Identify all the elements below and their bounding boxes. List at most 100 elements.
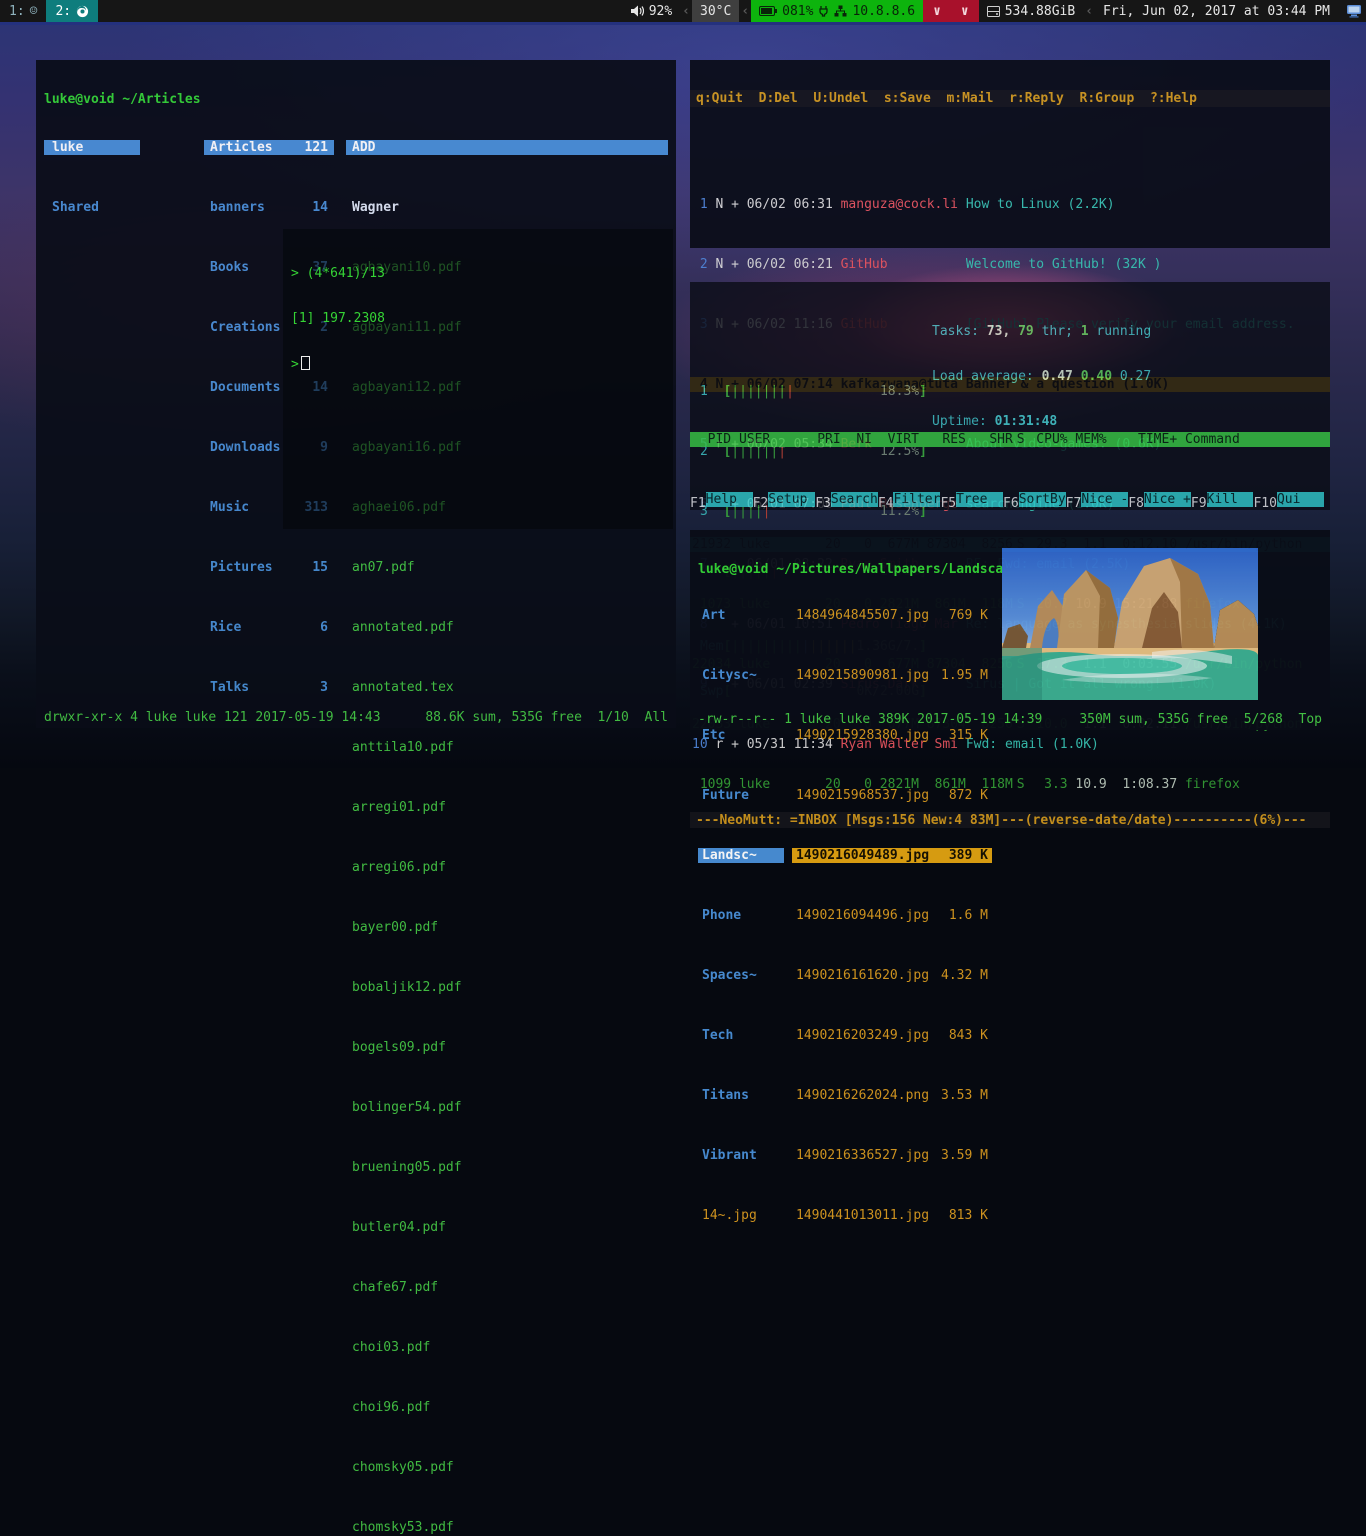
temperature-value: 30°C	[700, 4, 731, 19]
directory-item[interactable]: 14~.jpg	[698, 1208, 784, 1223]
file-item[interactable]: choi03.pdf	[346, 1340, 668, 1355]
firefox-icon	[76, 5, 89, 18]
file-item[interactable]: Wagner	[346, 200, 668, 215]
file-item[interactable]: anttila10.pdf	[346, 740, 668, 755]
mail-row[interactable]: 2N+06/0206:21GitHubWelcome to GitHub! (3…	[690, 257, 1330, 272]
speaker-icon	[630, 5, 644, 17]
tray[interactable]	[1338, 0, 1366, 22]
file-item[interactable]: annotated.tex	[346, 680, 668, 695]
status-bar: 1:☺ 2: 92% ‹ 30°C ‹ 081% 10.8.8.6 ∨ ∨ 53…	[0, 0, 1366, 22]
battery-icon	[759, 6, 777, 16]
image-file-row[interactable]: 1490215928380.jpg315 K	[792, 728, 992, 743]
file-item[interactable]: arregi06.pdf	[346, 860, 668, 875]
file-item[interactable]: bruening05.pdf	[346, 1160, 668, 1175]
prompt-symbol: >	[291, 357, 299, 372]
directory-item[interactable]: Art	[698, 608, 784, 623]
directory-item[interactable]: Talks3	[204, 680, 334, 695]
neomutt-window: q:Quit D:Del U:Undel s:Save m:Mail r:Rep…	[690, 60, 1330, 248]
function-key[interactable]: F9Kill	[1191, 492, 1254, 507]
chevron-down-icon: ∨	[961, 4, 969, 19]
directory-item[interactable]: Landsc~	[698, 848, 784, 863]
files-status-line: drwxr-xr-x 4 luke luke 121 2017-05-19 14…	[44, 710, 668, 725]
function-key[interactable]: F2Setup	[753, 492, 816, 507]
battery-network-segment[interactable]: 081% 10.8.8.6	[751, 0, 923, 22]
disk-segment[interactable]: 534.88GiB	[979, 0, 1083, 22]
image-file-row[interactable]: 1490216161620.jpg4.32 M	[792, 968, 992, 983]
directory-item[interactable]: Future	[698, 788, 784, 803]
function-key-bar: F1Help F2Setup F3Search F4Filter F5Tree …	[690, 492, 1330, 507]
function-key[interactable]: F4Filter	[878, 492, 941, 507]
file-item[interactable]: bobaljik12.pdf	[346, 980, 668, 995]
directory-item[interactable]: Vibrant	[698, 1148, 784, 1163]
directory-item[interactable]: Etc	[698, 728, 784, 743]
terminal-cursor	[301, 356, 310, 370]
file-item[interactable]: arregi01.pdf	[346, 800, 668, 815]
mail-row[interactable]: 1N+06/0206:31manguza@cock.liHow to Linux…	[690, 197, 1330, 212]
place-item[interactable]: Shared	[44, 200, 140, 215]
mail-help-bar: q:Quit D:Del U:Undel s:Save m:Mail r:Rep…	[690, 90, 1330, 107]
file-item[interactable]: choi96.pdf	[346, 1400, 668, 1415]
image-file-row[interactable]: 1490216203249.jpg843 K	[792, 1028, 992, 1043]
file-item[interactable]: an07.pdf	[346, 560, 668, 575]
chevron-down-icon: ∨	[933, 4, 941, 19]
directory-item[interactable]: Pictures15	[204, 560, 334, 575]
updates-segment-2[interactable]: ∨	[951, 0, 979, 22]
floating-terminal[interactable]: > (4*641)/13 [1] 197.2308 >	[283, 229, 673, 529]
updates-segment-1[interactable]: ∨	[923, 0, 951, 22]
file-item[interactable]: chomsky05.pdf	[346, 1460, 668, 1475]
function-key[interactable]: F1Help	[690, 492, 753, 507]
image-file-row[interactable]: 1490216094496.jpg1.6 M	[792, 908, 992, 923]
file-item[interactable]: chafe67.pdf	[346, 1280, 668, 1295]
directory-item[interactable]: Tech	[698, 1028, 784, 1043]
image-file-row[interactable]: 1490216049489.jpg389 K	[792, 848, 992, 863]
image-file-row[interactable]: 1490441013011.jpg813 K	[792, 1208, 992, 1223]
function-key[interactable]: F3Search	[815, 492, 878, 507]
temperature-segment[interactable]: 30°C	[692, 0, 739, 22]
file-item[interactable]: bogels09.pdf	[346, 1040, 668, 1055]
process-row[interactable]: 1099luke2002821M861M118MS3.310.91:08.37f…	[690, 777, 1330, 792]
process-table-header[interactable]: PIDUSERPRINIVIRTRESSHRSCPU%MEM%TIME+Comm…	[690, 432, 1330, 447]
file-manager-wallpapers: luke@void ~/Pictures/Wallpapers/Landscap…	[690, 530, 1330, 730]
file-item[interactable]: annotated.pdf	[346, 620, 668, 635]
function-key[interactable]: F5Tree	[940, 492, 1003, 507]
disk-icon	[987, 6, 1000, 17]
file-item[interactable]: bolinger54.pdf	[346, 1100, 668, 1115]
smiley-icon: ☺	[30, 4, 38, 19]
image-file-row[interactable]: 1490216262024.png3.53 M	[792, 1088, 992, 1103]
terminal-prompt-line[interactable]: >	[291, 356, 665, 372]
image-file-row[interactable]: 1490215968537.jpg872 K	[792, 788, 992, 803]
workspace-2[interactable]: 2:	[46, 0, 98, 22]
cpu-meter: 1[||||||||18.3%]	[700, 384, 927, 399]
file-item[interactable]: chomsky53.pdf	[346, 1520, 668, 1535]
directory-item[interactable]: banners14	[204, 200, 334, 215]
separator-chevron: ‹	[739, 4, 751, 19]
workspace-1[interactable]: 1:☺	[0, 0, 46, 22]
places-column: luke Shared	[44, 80, 140, 245]
directory-item[interactable]: Phone	[698, 908, 784, 923]
file-item[interactable]: ADD	[346, 140, 668, 155]
image-file-row[interactable]: 1490215890981.jpg1.95 M	[792, 668, 992, 683]
file-item[interactable]: butler04.pdf	[346, 1220, 668, 1235]
directory-item[interactable]: Spaces~	[698, 968, 784, 983]
place-item[interactable]: luke	[44, 140, 140, 155]
image-file-row[interactable]: 1484964845507.jpg769 K	[792, 608, 992, 623]
workspace-2-label: 2:	[55, 4, 71, 19]
network-icon	[834, 5, 847, 17]
function-key[interactable]: F10Qui	[1253, 492, 1323, 507]
volume-segment[interactable]: 92%	[622, 0, 680, 22]
clock-segment[interactable]: Fri, Jun 02, 2017 at 03:44 PM	[1095, 0, 1338, 22]
directory-item[interactable]: Citysc~	[698, 668, 784, 683]
terminal-output-line: [1] 197.2308	[291, 311, 665, 326]
pics-status-line: -rw-r--r-- 1 luke luke 389K 2017-05-19 1…	[698, 712, 1322, 727]
directory-item[interactable]: Rice6	[204, 620, 334, 635]
wallpaper-preview-image	[1002, 548, 1258, 700]
file-item[interactable]: bayer00.pdf	[346, 920, 668, 935]
function-key[interactable]: F8Nice +	[1128, 492, 1191, 507]
disk-free-value: 534.88GiB	[1005, 4, 1075, 19]
directory-item[interactable]: Articles121	[204, 140, 334, 155]
directory-item[interactable]: Titans	[698, 1088, 784, 1103]
datetime-value: Fri, Jun 02, 2017 at 03:44 PM	[1103, 4, 1330, 19]
function-key[interactable]: F6SortBy	[1003, 492, 1066, 507]
image-file-row[interactable]: 1490216336527.jpg3.59 M	[792, 1148, 992, 1163]
function-key[interactable]: F7Nice -	[1066, 492, 1129, 507]
